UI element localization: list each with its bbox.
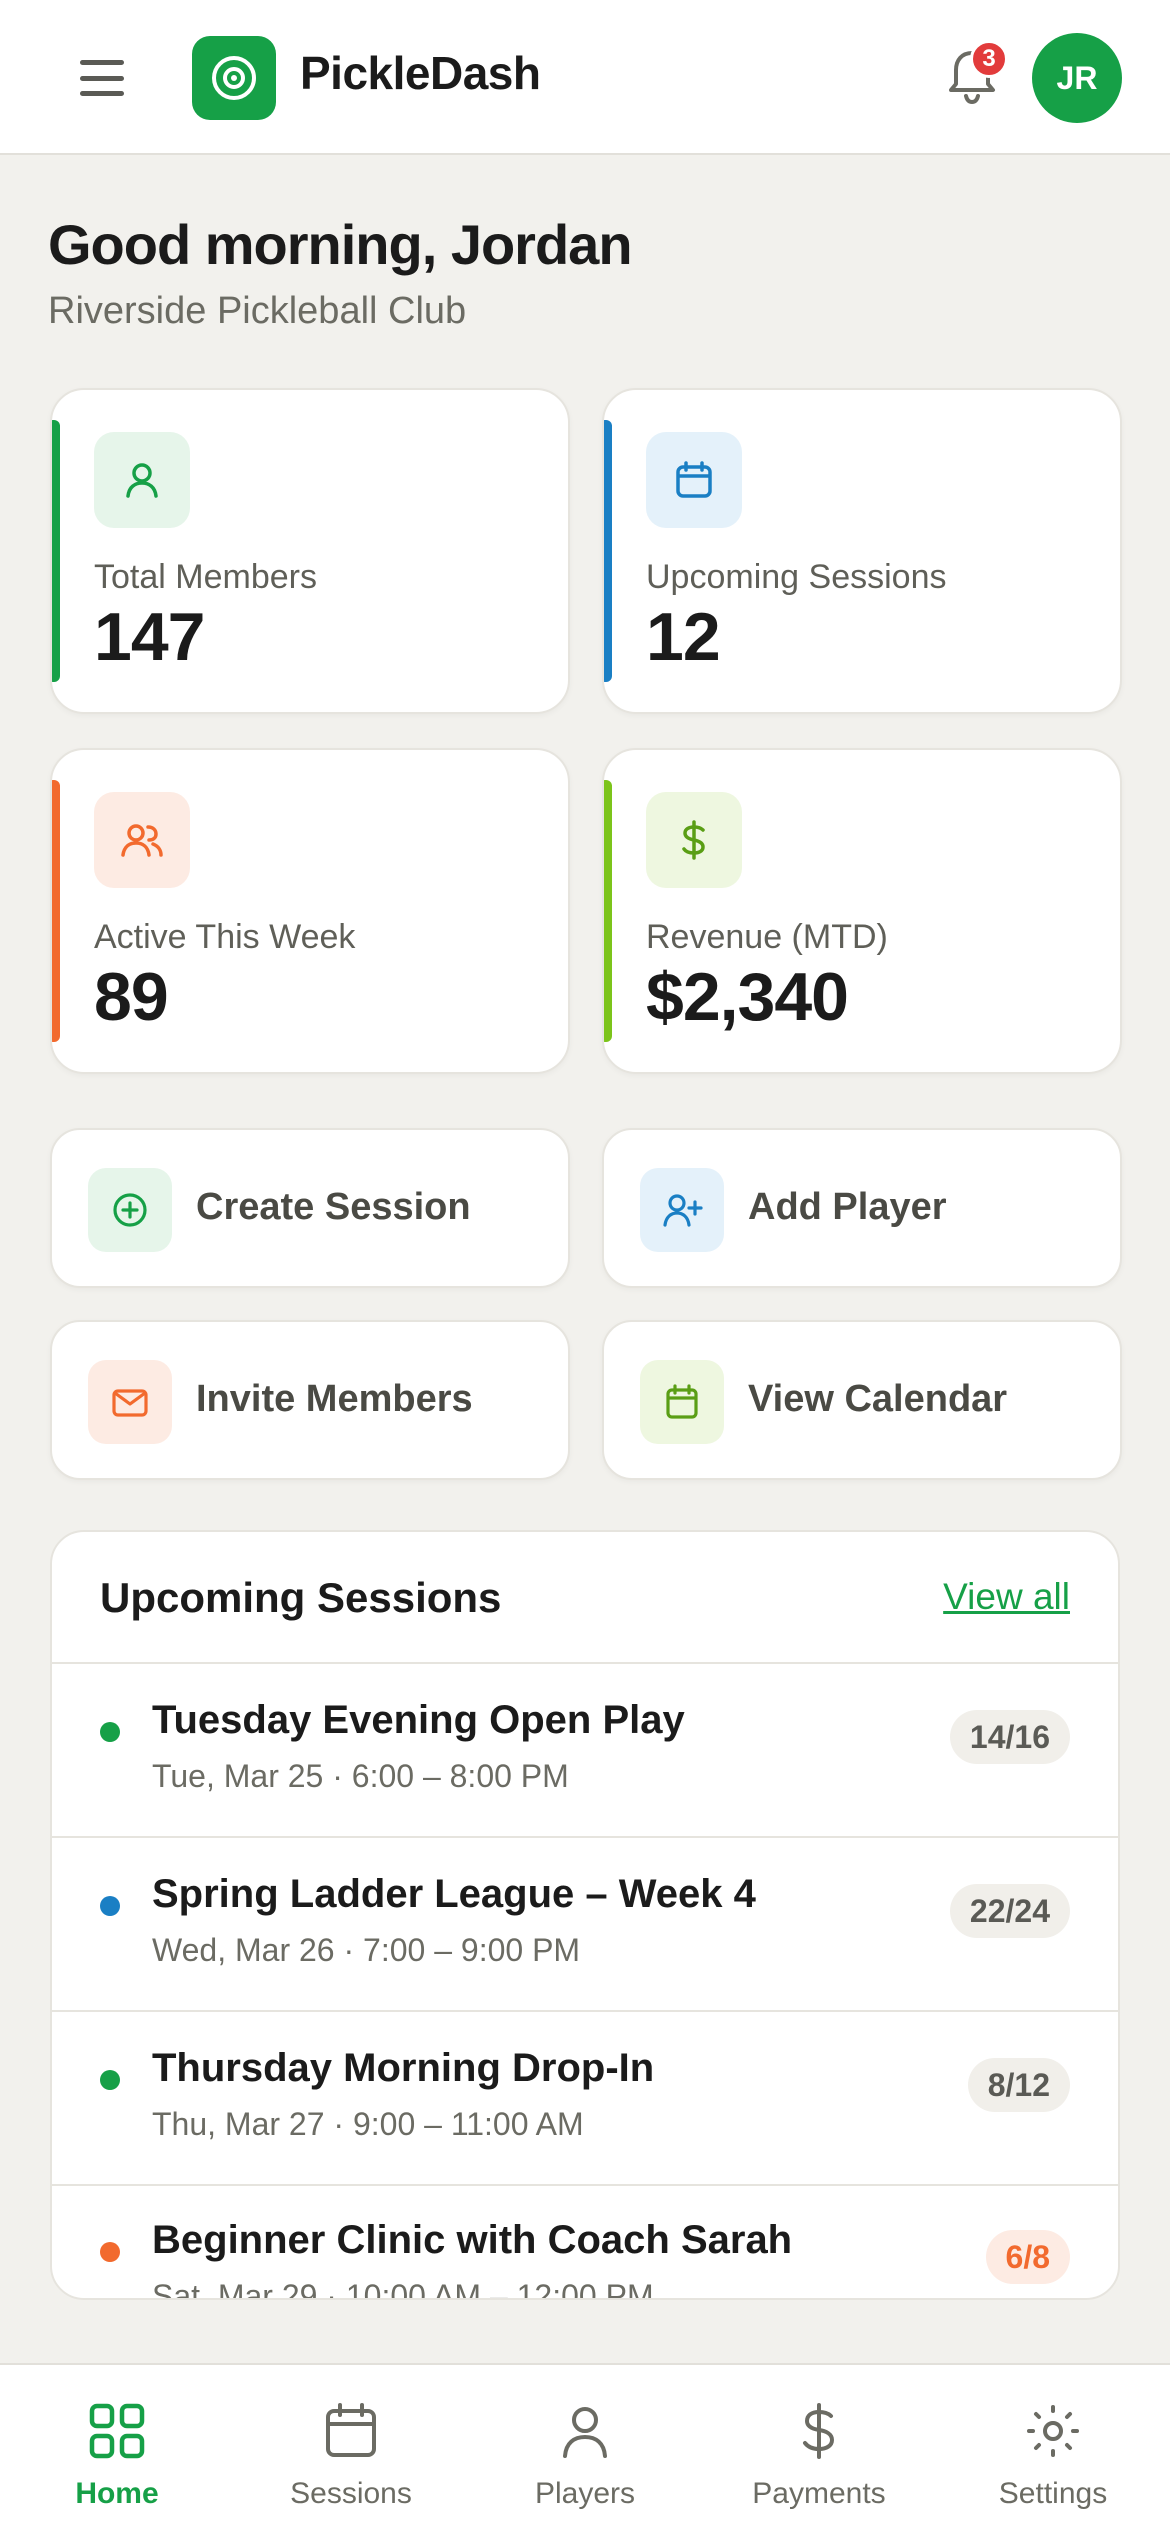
nav-payments[interactable]: Payments [702,2365,936,2532]
avatar[interactable]: JR [1032,33,1122,123]
notification-badge: 3 [970,40,1008,78]
action-label: Invite Members [196,1378,473,1420]
nav-sessions[interactable]: Sessions [234,2365,468,2532]
calendar-icon [646,432,742,528]
upcoming-sessions-panel: Upcoming Sessions View all Tuesday Eveni… [50,1530,1120,2300]
add-player-button[interactable]: Add Player [602,1128,1122,1288]
logo-icon [192,36,276,120]
plus-circle-icon [88,1168,172,1252]
session-name: Tuesday Evening Open Play [152,1698,685,1742]
panel-header: Upcoming Sessions View all [52,1532,1118,1664]
nav-players[interactable]: Players [468,2365,702,2532]
status-dot [100,2070,120,2090]
stat-card-revenue[interactable]: Revenue (MTD) $2,340 [602,748,1122,1074]
club-name: Riverside Pickleball Club [48,290,467,332]
stat-value: 89 [94,959,169,1035]
action-label: Create Session [196,1186,471,1228]
stat-label: Upcoming Sessions [646,558,947,596]
menu-icon[interactable] [72,56,132,100]
session-row[interactable]: Tuesday Evening Open Play Tue, Mar 25 · … [52,1664,1118,1838]
dollar-icon [803,2403,835,2459]
nav-label: Sessions [290,2477,412,2510]
session-row[interactable]: Beginner Clinic with Coach Sarah Sat, Ma… [52,2184,1118,2300]
bottom-nav: Home Sessions Players Payments Settings [0,2363,1170,2532]
stat-label: Active This Week [94,918,356,956]
gear-icon [1027,2405,1079,2457]
session-time: Tue, Mar 25 · 6:00 – 8:00 PM [152,1758,569,1794]
nav-label: Players [534,2477,636,2510]
nav-settings[interactable]: Settings [936,2365,1170,2532]
capacity-badge: 8/12 [967,2058,1070,2112]
view-all-link[interactable]: View all [943,1576,1070,1618]
create-session-button[interactable]: Create Session [50,1128,570,1288]
session-time: Sat, Mar 29 · 10:00 AM – 12:00 PM [152,2278,654,2300]
card-accent [52,420,60,682]
status-dot [100,1896,120,1916]
stat-label: Total Members [94,558,317,596]
status-dot [100,2242,120,2262]
stat-card-upcoming-sessions[interactable]: Upcoming Sessions 12 [602,388,1122,714]
users-icon [94,792,190,888]
stat-value: 147 [94,599,205,675]
session-row[interactable]: Spring Ladder League – Week 4 Wed, Mar 2… [52,1838,1118,2012]
stat-card-active-this-week[interactable]: Active This Week 89 [50,748,570,1074]
stat-card-total-members[interactable]: Total Members 147 [50,388,570,714]
user-plus-icon [640,1168,724,1252]
stat-value: 12 [646,599,721,675]
calendar-icon [640,1360,724,1444]
invite-members-button[interactable]: Invite Members [50,1320,570,1480]
mail-icon [88,1360,172,1444]
view-calendar-button[interactable]: View Calendar [602,1320,1122,1480]
session-name: Spring Ladder League – Week 4 [152,1872,756,1916]
capacity-badge: 14/16 [949,1710,1070,1764]
user-icon [563,2407,607,2458]
nav-label: Payments [752,2477,886,2510]
status-dot [100,1722,120,1742]
app-header: PickleDash 3 JR [0,0,1170,155]
dollar-icon [646,792,742,888]
stat-label: Revenue (MTD) [646,918,888,956]
stat-value: $2,340 [646,959,849,1035]
user-icon [94,432,190,528]
nav-home[interactable]: Home [0,2365,234,2532]
card-accent [604,780,612,1042]
capacity-badge: 6/8 [985,2230,1070,2284]
nav-label: Settings [998,2477,1108,2510]
session-time: Thu, Mar 27 · 9:00 – 11:00 AM [152,2106,584,2142]
calendar-icon [326,2403,376,2457]
capacity-badge: 22/24 [949,1884,1070,1938]
panel-title: Upcoming Sessions [100,1574,502,1621]
session-name: Thursday Morning Drop-In [152,2046,655,2090]
action-label: View Calendar [748,1378,1008,1420]
session-row[interactable]: Thursday Morning Drop-In Thu, Mar 27 · 9… [52,2012,1118,2186]
session-time: Wed, Mar 26 · 7:00 – 9:00 PM [152,1932,581,1968]
session-name: Beginner Clinic with Coach Sarah [152,2218,793,2262]
action-label: Add Player [748,1186,947,1228]
card-accent [52,780,60,1042]
app-name: PickleDash [300,47,541,99]
grid-icon [89,2403,145,2459]
nav-label: Home [75,2477,159,2510]
card-accent [604,420,612,682]
page-title: Good morning, Jordan [48,213,633,276]
